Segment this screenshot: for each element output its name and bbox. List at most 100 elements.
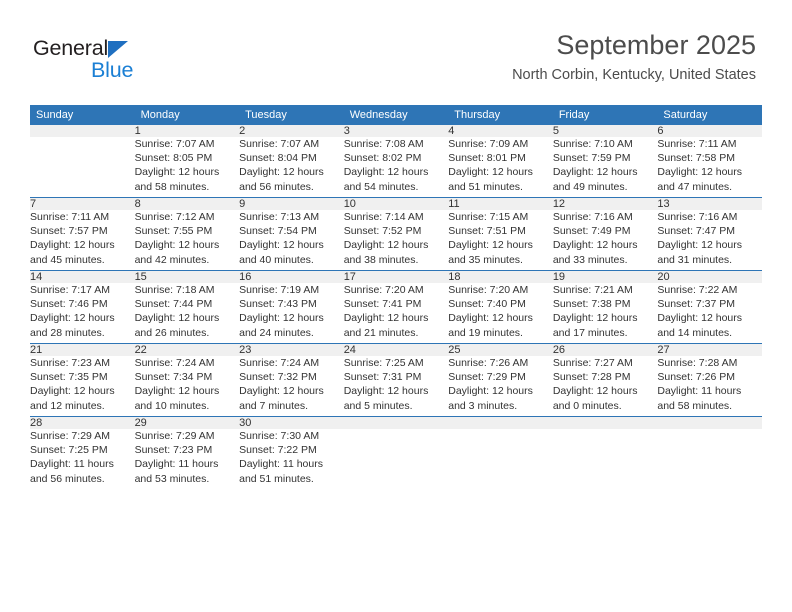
- calendar-day-number[interactable]: 23: [239, 343, 344, 356]
- title-block: September 2025 North Corbin, Kentucky, U…: [512, 28, 756, 86]
- calendar-day-cell[interactable]: Sunrise: 7:25 AM Sunset: 7:31 PM Daylight:…: [344, 356, 449, 417]
- calendar-day-number[interactable]: 27: [657, 343, 762, 356]
- calendar-day-number[interactable]: 7: [30, 197, 135, 210]
- day-daylight-line1-text: Daylight: 12 hours: [343, 166, 429, 179]
- calendar-day-number[interactable]: 8: [134, 197, 240, 210]
- calendar-day-number[interactable]: 14: [30, 270, 135, 283]
- calendar-day-cell[interactable]: Sunrise: 7:11 AM Sunset: 7:58 PM Daylight:…: [657, 137, 762, 198]
- calendar-week-detail-row: Sunrise: 7:23 AM Sunset: 7:35 PM Daylight:…: [30, 356, 762, 417]
- calendar-day-cell[interactable]: Sunrise: 7:20 AM Sunset: 7:40 PM Daylight:…: [448, 283, 553, 344]
- calendar-day-number-empty: [552, 416, 658, 429]
- day-daylight-line1-text: Daylight: 11 hours: [239, 458, 323, 471]
- calendar-day-cell[interactable]: Sunrise: 7:13 AM Sunset: 7:54 PM Daylight:…: [239, 210, 344, 271]
- calendar-day-cell[interactable]: Sunrise: 7:21 AM Sunset: 7:38 PM Daylight:…: [553, 283, 658, 344]
- calendar-day-number[interactable]: 28: [30, 416, 135, 429]
- calendar-day-number[interactable]: 16: [239, 270, 344, 283]
- calendar-day-number[interactable]: 10: [343, 197, 449, 210]
- calendar-day-number[interactable]: 25: [448, 343, 553, 356]
- calendar-day-cell[interactable]: Sunrise: 7:26 AM Sunset: 7:29 PM Daylight:…: [448, 356, 553, 417]
- calendar-day-number[interactable]: 22: [134, 343, 240, 356]
- calendar-day-number[interactable]: 30: [239, 416, 344, 429]
- calendar-day-number[interactable]: 29: [134, 416, 240, 429]
- calendar-day-cell[interactable]: Sunrise: 7:29 AM Sunset: 7:23 PM Daylight:…: [135, 429, 240, 489]
- calendar-day-number-empty: [343, 416, 449, 429]
- day-daylight-line1-text: Daylight: 12 hours: [134, 385, 220, 398]
- day-sunset-text: Sunset: 7:52 PM: [343, 225, 422, 238]
- calendar-day-cell[interactable]: Sunrise: 7:19 AM Sunset: 7:43 PM Daylight:…: [239, 283, 344, 344]
- calendar-day-cell[interactable]: Sunrise: 7:27 AM Sunset: 7:28 PM Daylight:…: [553, 356, 658, 417]
- brand-logo[interactable]: General Blue: [33, 36, 233, 84]
- calendar-header-row: Sunday Monday Tuesday Wednesday Thursday…: [30, 105, 762, 125]
- day-daylight-line1-text: Daylight: 12 hours: [552, 385, 638, 398]
- calendar-page: General Blue September 2025 North Corbin…: [0, 0, 792, 612]
- calendar-day-cell[interactable]: Sunrise: 7:24 AM Sunset: 7:34 PM Daylight:…: [135, 356, 240, 417]
- weekday-header-monday: Monday: [134, 105, 240, 125]
- page-header: General Blue September 2025 North Corbin…: [0, 0, 792, 104]
- calendar-day-number[interactable]: 3: [343, 125, 449, 137]
- day-daylight-line1-text: Daylight: 11 hours: [657, 385, 742, 398]
- day-daylight-line2-text: and 45 minutes.: [30, 253, 105, 266]
- calendar-day-number[interactable]: 1: [134, 125, 240, 137]
- day-sunrise-text: Sunrise: 7:18 AM: [134, 284, 215, 296]
- calendar-day-cell[interactable]: Sunrise: 7:17 AM Sunset: 7:46 PM Daylight:…: [30, 283, 135, 344]
- calendar-day-cell[interactable]: Sunrise: 7:30 AM Sunset: 7:22 PM Daylight:…: [239, 429, 344, 489]
- calendar-day-cell[interactable]: Sunrise: 7:07 AM Sunset: 8:05 PM Daylight:…: [135, 137, 240, 198]
- calendar-day-number[interactable]: 2: [239, 125, 344, 137]
- day-daylight-line2-text: and 47 minutes.: [657, 180, 733, 193]
- calendar-day-cell[interactable]: Sunrise: 7:10 AM Sunset: 7:59 PM Daylight:…: [553, 137, 658, 198]
- calendar-day-number-empty: [30, 125, 135, 137]
- day-sunset-text: Sunset: 8:04 PM: [239, 152, 317, 165]
- calendar-day-number[interactable]: 20: [657, 270, 762, 283]
- calendar-day-cell[interactable]: Sunrise: 7:15 AM Sunset: 7:51 PM Daylight:…: [448, 210, 553, 271]
- day-sunset-text: Sunset: 7:55 PM: [134, 225, 213, 238]
- day-daylight-line2-text: and 58 minutes.: [657, 399, 733, 412]
- day-sunrise-text: Sunrise: 7:28 AM: [657, 357, 738, 369]
- calendar-day-cell[interactable]: Sunrise: 7:08 AM Sunset: 8:02 PM Daylight:…: [344, 137, 449, 198]
- calendar-day-number[interactable]: 19: [552, 270, 658, 283]
- day-sunset-text: Sunset: 7:25 PM: [30, 444, 108, 457]
- day-daylight-line2-text: and 58 minutes.: [134, 180, 210, 193]
- calendar-day-cell[interactable]: Sunrise: 7:29 AM Sunset: 7:25 PM Daylight:…: [30, 429, 135, 489]
- day-sunrise-text: Sunrise: 7:15 AM: [448, 211, 529, 223]
- calendar-week-detail-row: Sunrise: 7:29 AM Sunset: 7:25 PM Daylight:…: [30, 429, 762, 489]
- calendar-day-number[interactable]: 17: [343, 270, 449, 283]
- day-sunrise-text: Sunrise: 7:27 AM: [552, 357, 633, 369]
- day-daylight-line1-text: Daylight: 12 hours: [30, 312, 115, 325]
- day-daylight-line2-text: and 26 minutes.: [134, 326, 210, 339]
- calendar-day-number[interactable]: 6: [657, 125, 762, 137]
- calendar-day-cell[interactable]: Sunrise: 7:14 AM Sunset: 7:52 PM Daylight:…: [344, 210, 449, 271]
- calendar-day-number[interactable]: 12: [552, 197, 658, 210]
- calendar-day-cell[interactable]: Sunrise: 7:09 AM Sunset: 8:01 PM Daylight:…: [448, 137, 553, 198]
- calendar-day-cell[interactable]: Sunrise: 7:11 AM Sunset: 7:57 PM Daylight:…: [30, 210, 135, 271]
- page-subtitle-location: North Corbin, Kentucky, United States: [512, 67, 756, 83]
- day-sunset-text: Sunset: 7:35 PM: [30, 371, 108, 384]
- calendar-day-number[interactable]: 24: [343, 343, 449, 356]
- calendar-day-number[interactable]: 21: [30, 343, 135, 356]
- calendar-day-number[interactable]: 9: [239, 197, 344, 210]
- day-daylight-line2-text: and 12 minutes.: [30, 399, 105, 412]
- weekday-header-friday: Friday: [552, 105, 658, 125]
- calendar-day-number[interactable]: 15: [134, 270, 240, 283]
- day-daylight-line2-text: and 19 minutes.: [448, 326, 523, 339]
- calendar-day-cell[interactable]: Sunrise: 7:24 AM Sunset: 7:32 PM Daylight:…: [239, 356, 344, 417]
- calendar-day-number[interactable]: 18: [448, 270, 553, 283]
- calendar-day-number[interactable]: 26: [552, 343, 658, 356]
- calendar-day-cell[interactable]: Sunrise: 7:18 AM Sunset: 7:44 PM Daylight:…: [135, 283, 240, 344]
- calendar-day-cell[interactable]: Sunrise: 7:20 AM Sunset: 7:41 PM Daylight:…: [344, 283, 449, 344]
- calendar-day-cell[interactable]: Sunrise: 7:28 AM Sunset: 7:26 PM Daylight:…: [657, 356, 762, 417]
- day-sunset-text: Sunset: 7:32 PM: [239, 371, 317, 384]
- calendar-day-cell[interactable]: Sunrise: 7:16 AM Sunset: 7:49 PM Daylight:…: [553, 210, 658, 271]
- day-daylight-line1-text: Daylight: 11 hours: [134, 458, 219, 471]
- calendar-day-number[interactable]: 13: [657, 197, 762, 210]
- calendar-day-number[interactable]: 5: [552, 125, 658, 137]
- calendar-day-cell[interactable]: Sunrise: 7:07 AM Sunset: 8:04 PM Daylight:…: [239, 137, 344, 198]
- calendar-day-number[interactable]: 4: [448, 125, 553, 137]
- calendar-day-cell[interactable]: Sunrise: 7:23 AM Sunset: 7:35 PM Daylight:…: [30, 356, 135, 417]
- calendar-day-number[interactable]: 11: [448, 197, 553, 210]
- day-daylight-line2-text: and 7 minutes.: [239, 399, 309, 412]
- calendar-day-cell[interactable]: Sunrise: 7:12 AM Sunset: 7:55 PM Daylight:…: [135, 210, 240, 271]
- day-sunrise-text: Sunrise: 7:20 AM: [343, 284, 424, 296]
- calendar-day-cell[interactable]: Sunrise: 7:16 AM Sunset: 7:47 PM Daylight:…: [657, 210, 762, 271]
- calendar-day-cell[interactable]: Sunrise: 7:22 AM Sunset: 7:37 PM Daylight:…: [657, 283, 762, 344]
- day-daylight-line2-text: and 31 minutes.: [657, 253, 733, 266]
